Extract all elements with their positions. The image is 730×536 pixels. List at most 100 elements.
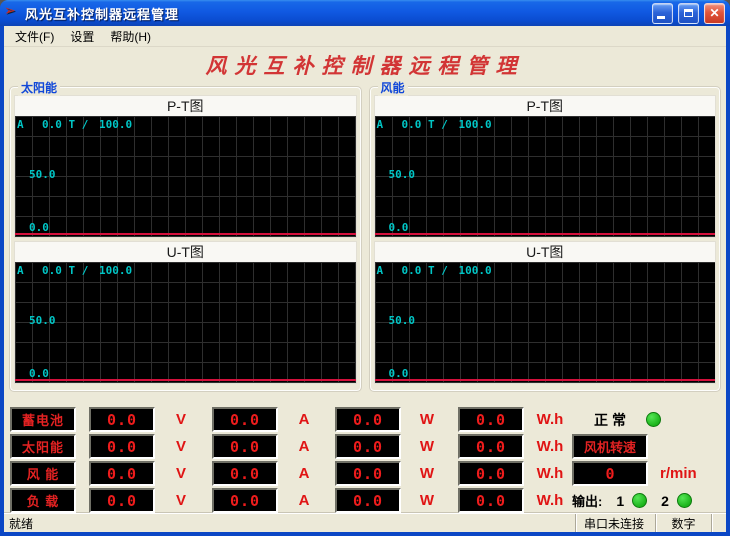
statusbar-ready: 就绪 [4, 515, 575, 532]
load-power-display: 0.0 [335, 488, 401, 513]
solar-current-display: 0.0 [212, 434, 278, 459]
solar-power-display: 0.0 [335, 434, 401, 459]
window-title: 风光互补控制器远程管理 [25, 4, 647, 23]
solar-pt-chart: A 0.0 T / 100.0 50.0 0.0 [15, 116, 356, 237]
wind-voltage-display: 0.0 [89, 461, 155, 486]
output-2-number: 2 [661, 493, 669, 509]
current-unit: A [286, 465, 322, 482]
outputs-row: 输出: 1 2 [568, 491, 720, 510]
wind-power-display: 0.0 [335, 461, 401, 486]
wind-pt-chart: A 0.0 T / 100.0 50.0 0.0 [375, 116, 716, 237]
statusbar-num-indicator: 数字 [655, 514, 711, 532]
power-unit: W [409, 492, 445, 509]
menubar: 文件(F) 设置 帮助(H) [4, 26, 726, 47]
status-led-icon [646, 412, 661, 427]
maximize-button[interactable] [678, 3, 699, 24]
chart-groups: 太阳能 P-T图 A 0.0 T / 100.0 50.0 0.0 [9, 86, 721, 392]
content: 风光互补控制器远程管理 太阳能 P-T图 A 0.0 T / 100.0 50.… [4, 47, 726, 514]
solar-ut-chart: A 0.0 T / 100.0 50.0 0.0 [15, 262, 356, 383]
battery-energy-display: 0.0 [458, 407, 524, 432]
output-1-number: 1 [616, 493, 624, 509]
y-mid-tick: 50.0 [389, 168, 416, 181]
group-wind-label: 风能 [378, 79, 408, 96]
current-unit: A [286, 438, 322, 455]
page-title: 风光互补控制器远程管理 [4, 50, 726, 80]
status-normal-label: 正常 [594, 410, 630, 430]
battery-label: 蓄电池 [10, 407, 76, 432]
load-label: 负 载 [10, 488, 76, 513]
solar-row: 太阳能 0.0 V 0.0 A 0.0 W 0.0 W.h 风机转速 [10, 434, 720, 459]
client-area: 文件(F) 设置 帮助(H) 风光互补控制器远程管理 太阳能 P-T图 A 0.… [4, 26, 726, 532]
energy-unit: W.h [532, 411, 568, 428]
close-button[interactable] [704, 3, 725, 24]
load-voltage-display: 0.0 [89, 488, 155, 513]
system-status: 正常 [568, 410, 720, 430]
zero-trace-line [15, 233, 356, 235]
app-icon [4, 5, 20, 21]
minimize-icon [657, 16, 665, 19]
wind-label: 风 能 [10, 461, 76, 486]
y-mid-tick: 50.0 [29, 168, 56, 181]
fan-speed-display: 0 [572, 461, 648, 486]
wind-pt-title: P-T图 [375, 96, 716, 116]
battery-row: 蓄电池 0.0 V 0.0 A 0.0 W 0.0 W.h 正常 [10, 407, 720, 432]
voltage-unit: V [163, 411, 199, 428]
x-origin-label: 0.0 T / [42, 264, 88, 277]
minimize-button[interactable] [652, 3, 673, 24]
power-unit: W [409, 411, 445, 428]
fan-speed-label: 风机转速 [572, 434, 648, 459]
maximize-icon [684, 9, 693, 17]
output-label: 输出: [572, 491, 602, 510]
x-origin-label: 0.0 T / [402, 118, 448, 131]
x-origin-label: 0.0 T / [42, 118, 88, 131]
y-mid-tick: 50.0 [29, 314, 56, 327]
current-unit: A [286, 492, 322, 509]
solar-pt-title: P-T图 [15, 96, 356, 116]
menu-help[interactable]: 帮助(H) [102, 26, 159, 47]
group-wind: 风能 P-T图 A 0.0 T / 100.0 50.0 0.0 [369, 86, 722, 392]
menu-settings[interactable]: 设置 [62, 26, 102, 47]
battery-current-display: 0.0 [212, 407, 278, 432]
wind-energy-display: 0.0 [458, 461, 524, 486]
solar-voltage-display: 0.0 [89, 434, 155, 459]
fan-speed-unit: r/min [660, 465, 697, 482]
titlebar[interactable]: 风光互补控制器远程管理 [0, 0, 730, 26]
current-unit: A [286, 411, 322, 428]
voltage-unit: V [163, 438, 199, 455]
x-max-label: 100.0 [459, 264, 492, 277]
statusbar: 就绪 串口未连接 数字 [4, 514, 726, 532]
wind-row: 风 能 0.0 V 0.0 A 0.0 W 0.0 W.h 0 r/min [10, 461, 720, 486]
zero-trace-line [375, 379, 716, 381]
voltage-unit: V [163, 492, 199, 509]
battery-voltage-display: 0.0 [89, 407, 155, 432]
group-solar-label: 太阳能 [18, 79, 60, 96]
y-mid-tick: 50.0 [389, 314, 416, 327]
zero-trace-line [15, 379, 356, 381]
load-current-display: 0.0 [212, 488, 278, 513]
wind-ut-title: U-T图 [375, 242, 716, 262]
voltage-unit: V [163, 465, 199, 482]
y-axis-label: A [377, 264, 384, 277]
x-origin-label: 0.0 T / [402, 264, 448, 277]
zero-trace-line [375, 233, 716, 235]
readings-panel: 蓄电池 0.0 V 0.0 A 0.0 W 0.0 W.h 正常 太阳能 [10, 407, 720, 513]
power-unit: W [409, 438, 445, 455]
statusbar-serial-status: 串口未连接 [575, 514, 655, 532]
power-unit: W [409, 465, 445, 482]
group-solar: 太阳能 P-T图 A 0.0 T / 100.0 50.0 0.0 [9, 86, 362, 392]
load-row: 负 载 0.0 V 0.0 A 0.0 W 0.0 W.h 输出: 1 2 [10, 488, 720, 513]
solar-ut-panel: U-T图 A 0.0 T / 100.0 50.0 0.0 [14, 241, 357, 384]
y-axis-label: A [17, 264, 24, 277]
statusbar-end-panel [711, 514, 726, 532]
energy-unit: W.h [532, 438, 568, 455]
x-max-label: 100.0 [99, 118, 132, 131]
wind-ut-chart: A 0.0 T / 100.0 50.0 0.0 [375, 262, 716, 383]
solar-pt-panel: P-T图 A 0.0 T / 100.0 50.0 0.0 [14, 95, 357, 238]
x-max-label: 100.0 [459, 118, 492, 131]
x-max-label: 100.0 [99, 264, 132, 277]
menu-file[interactable]: 文件(F) [7, 26, 62, 47]
output-2-led-icon [677, 493, 692, 508]
fan-speed-header: 风机转速 [568, 434, 720, 459]
wind-current-display: 0.0 [212, 461, 278, 486]
solar-ut-title: U-T图 [15, 242, 356, 262]
